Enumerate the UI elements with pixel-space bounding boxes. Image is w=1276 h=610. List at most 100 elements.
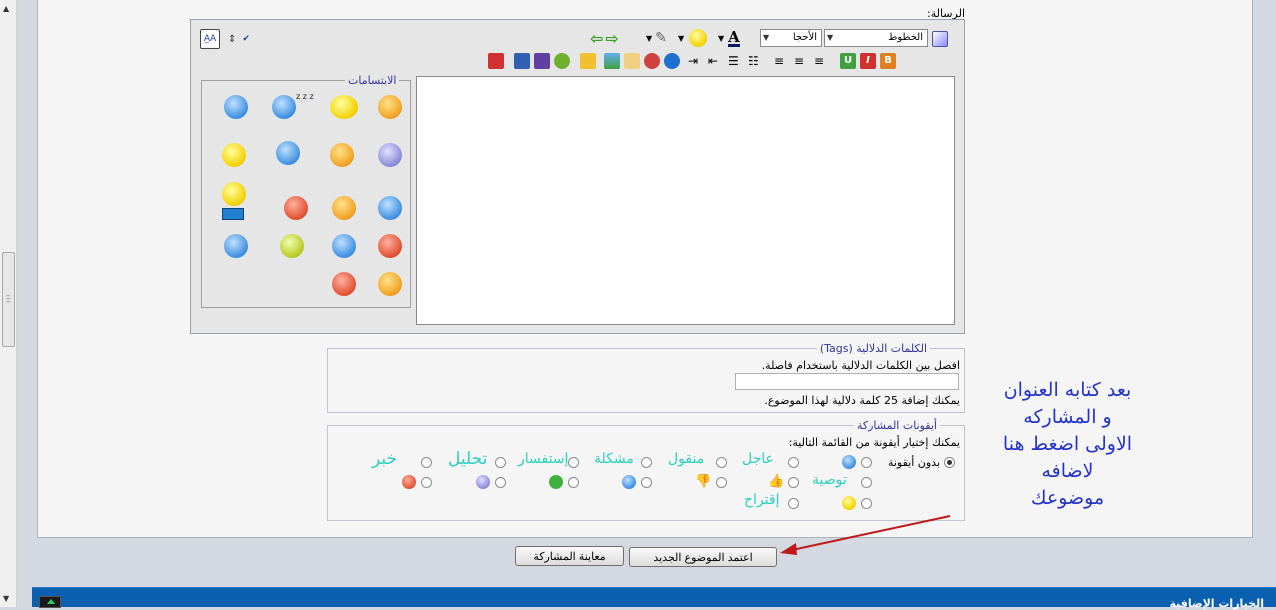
smilie-icon[interactable] bbox=[224, 234, 248, 258]
outdent-icon[interactable]: ⇤ bbox=[708, 53, 724, 69]
smilie-icon[interactable] bbox=[378, 234, 402, 258]
smilie-icon[interactable] bbox=[330, 143, 354, 167]
smilie-icon[interactable] bbox=[222, 182, 246, 206]
smilie-icon[interactable] bbox=[280, 234, 304, 258]
smilie-icon[interactable] bbox=[272, 95, 296, 119]
smilie-icon[interactable] bbox=[224, 95, 248, 119]
align-center-icon[interactable]: ≡ bbox=[794, 53, 810, 69]
font-select-label: الخطوط bbox=[888, 32, 923, 43]
submit-new-thread-button[interactable]: اعتمد الموضوع الجديد bbox=[629, 547, 777, 567]
radio-icon-smile-blue[interactable] bbox=[641, 477, 652, 488]
radio-icon-urgent[interactable] bbox=[788, 457, 799, 468]
align-left-icon[interactable]: ≡ bbox=[814, 53, 830, 69]
smilie-icon[interactable] bbox=[330, 95, 358, 119]
sad-icon bbox=[476, 475, 490, 489]
tags-input[interactable] bbox=[735, 373, 959, 390]
bullet-list-icon[interactable]: ☰ bbox=[728, 53, 744, 69]
code-icon[interactable] bbox=[514, 53, 530, 69]
smilies-legend: الابتسامات bbox=[345, 74, 400, 87]
spell-check-icon[interactable]: ✔ bbox=[242, 34, 250, 44]
scroll-up-arrow-icon[interactable]: ▲ bbox=[3, 4, 9, 13]
chevron-down-icon: ▼ bbox=[827, 33, 834, 42]
align-right-icon[interactable]: ≡ bbox=[774, 53, 790, 69]
smilie-icon[interactable] bbox=[332, 234, 356, 258]
chevron-down-icon: ▼ bbox=[646, 33, 653, 43]
smilie-icon[interactable] bbox=[332, 272, 356, 296]
annotation-line: و المشاركه bbox=[1023, 406, 1112, 428]
font-color-control[interactable]: ▼ A bbox=[718, 28, 740, 48]
radio-icon-thumbs-down[interactable] bbox=[716, 477, 727, 488]
comment-icon[interactable] bbox=[580, 53, 596, 69]
font-select[interactable]: الخطوط ▼ bbox=[824, 29, 928, 47]
smilie-icon[interactable] bbox=[378, 143, 402, 167]
bold-icon[interactable]: B bbox=[880, 53, 896, 69]
indent-icon[interactable]: ⇥ bbox=[688, 53, 704, 69]
smile-icon bbox=[622, 475, 636, 489]
radio-icon-sad[interactable] bbox=[495, 477, 506, 488]
smilie-icon[interactable] bbox=[378, 196, 402, 220]
switch-editor-mode-icon[interactable]: A̲A bbox=[200, 29, 220, 49]
suggestion-word-icon: إقتراح bbox=[744, 492, 780, 508]
radio-icon-suggestion[interactable] bbox=[788, 498, 799, 509]
radio-icon-grin[interactable] bbox=[568, 477, 579, 488]
scroll-thumb[interactable]: – – – bbox=[2, 252, 15, 347]
unlink-icon[interactable] bbox=[644, 53, 660, 69]
undo-arrow-icon[interactable]: ⇦ bbox=[590, 29, 603, 48]
smilie-icon[interactable] bbox=[222, 143, 246, 167]
smilie-icon[interactable] bbox=[276, 141, 300, 165]
font-color-icon: A bbox=[728, 27, 740, 47]
radio-icon-thumbs-up[interactable] bbox=[788, 477, 799, 488]
underline-icon[interactable]: U bbox=[840, 53, 856, 69]
recommendation-word-icon: توصية bbox=[812, 472, 847, 488]
smilie-icon[interactable] bbox=[284, 196, 308, 220]
italic-icon[interactable]: I bbox=[860, 53, 876, 69]
radio-icon-analysis[interactable] bbox=[495, 457, 506, 468]
php-icon[interactable] bbox=[554, 53, 570, 69]
size-select-label: الأحجا bbox=[792, 32, 817, 43]
radio-icon-smile-yellow[interactable] bbox=[861, 498, 872, 509]
thumbs-down-icon: 👎 bbox=[695, 474, 712, 489]
smilie-icon[interactable] bbox=[378, 272, 402, 296]
additional-options-title: الخيارات الإضافية bbox=[1169, 597, 1264, 610]
post-icons-instruction: يمكنك إختيار أيقونة من القائمة التالية: bbox=[788, 436, 960, 449]
problem-word-icon: مشكلة bbox=[594, 451, 634, 467]
smile-icon bbox=[842, 496, 856, 510]
radio-icon-news[interactable] bbox=[421, 457, 432, 468]
smilie-picker-control[interactable]: ▼ bbox=[678, 28, 709, 48]
toolbar-row-2: ⇥ ⇤ ☰ ☷ ≡ ≡ ≡ U I B bbox=[486, 51, 898, 71]
additional-options-bar[interactable]: الخيارات الإضافية bbox=[32, 587, 1276, 610]
attachment-control[interactable]: ▼ ✎ bbox=[646, 28, 667, 48]
insert-link-icon[interactable] bbox=[664, 53, 680, 69]
radio-icon-question[interactable] bbox=[861, 457, 872, 468]
annotation-line: لاضافه bbox=[1041, 460, 1094, 482]
radio-no-icon[interactable] bbox=[944, 457, 955, 468]
vertical-scrollbar[interactable]: ▲ – – – ▼ bbox=[0, 0, 17, 607]
message-textarea[interactable] bbox=[416, 76, 955, 325]
question-icon bbox=[842, 455, 856, 469]
preview-post-button[interactable]: معاينة المشاركة bbox=[515, 546, 624, 566]
remove-format-icon[interactable] bbox=[932, 31, 948, 47]
collapse-icon[interactable] bbox=[39, 596, 61, 608]
email-link-icon[interactable] bbox=[624, 53, 640, 69]
html-icon[interactable] bbox=[534, 53, 550, 69]
grip-icon: – – – bbox=[6, 291, 11, 307]
radio-icon-transferred[interactable] bbox=[716, 457, 727, 468]
image-icon[interactable] bbox=[604, 53, 620, 69]
radio-icon-problem[interactable] bbox=[641, 457, 652, 468]
quote-icon[interactable] bbox=[488, 53, 504, 69]
redo-arrow-icon[interactable]: ⇨ bbox=[605, 29, 618, 48]
radio-icon-recommendation[interactable] bbox=[861, 477, 872, 488]
chevron-down-icon: ▼ bbox=[678, 33, 685, 43]
numbered-list-icon[interactable]: ☷ bbox=[748, 53, 764, 69]
radio-icon-inquiry[interactable] bbox=[568, 457, 579, 468]
grin-icon bbox=[549, 475, 563, 489]
radio-icon-angry[interactable] bbox=[421, 477, 432, 488]
post-icons-legend: أيقونات المشاركة bbox=[853, 419, 940, 432]
smilie-icon[interactable] bbox=[378, 95, 402, 119]
resize-arrows-icon[interactable]: ⇕ bbox=[228, 34, 236, 45]
scroll-down-arrow-icon[interactable]: ▼ bbox=[3, 594, 9, 603]
size-select[interactable]: الأحجا ▼ bbox=[760, 29, 822, 47]
chevron-down-icon: ▼ bbox=[718, 33, 725, 43]
smilie-icon[interactable] bbox=[332, 196, 356, 220]
toolbar-row-1-left: A̲A ⇕ ✔ bbox=[198, 29, 250, 49]
